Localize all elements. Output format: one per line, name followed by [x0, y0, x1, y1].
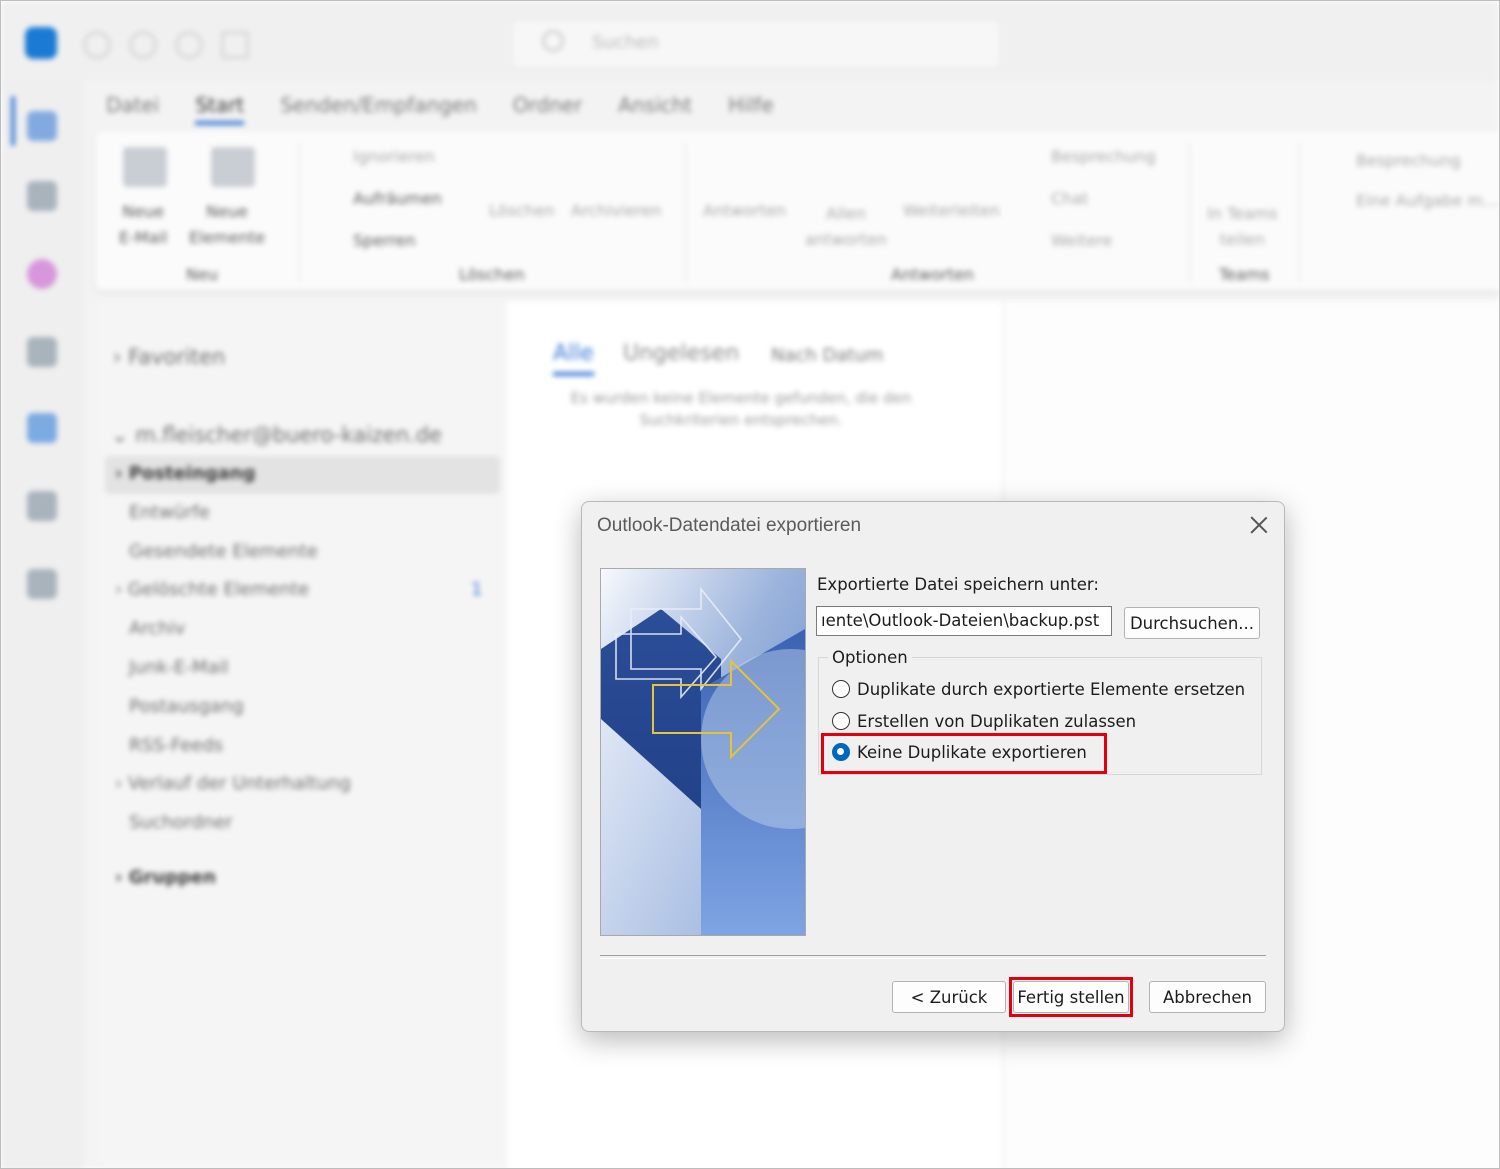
new-task-button[interactable]: Eine Aufgabe m... — [1356, 191, 1498, 210]
export-dialog: Outlook-Datendatei exportieren Exportier… — [581, 501, 1285, 1032]
chat-button[interactable]: Chat — [1051, 189, 1088, 208]
print-icon[interactable] — [221, 31, 249, 59]
search-placeholder: Suchen — [592, 32, 659, 53]
empty-list-message: Es wurden keine Elemente gefunden, die d… — [570, 389, 912, 429]
reply-all-button[interactable]: Allen antworten — [805, 201, 887, 253]
wizard-illustration — [600, 568, 806, 936]
settings-icon[interactable] — [175, 31, 203, 59]
cancel-button[interactable]: Abbrechen — [1149, 981, 1266, 1013]
ribbon — [95, 131, 1499, 291]
share-teams-button[interactable]: In Teams teilen — [1207, 201, 1278, 253]
ribbon-separator — [1189, 143, 1190, 283]
delete-button[interactable]: Löschen — [489, 201, 555, 220]
new-items-icon[interactable] — [211, 147, 255, 187]
deleted-count-badge: 1 — [471, 579, 483, 600]
option-label: Erstellen von Duplikaten zulassen — [857, 711, 1137, 731]
block-button[interactable]: Sperren — [353, 231, 416, 250]
folder-conversation-history[interactable]: › Verlauf der Unterhaltung — [115, 773, 351, 794]
folder-rss[interactable]: RSS-Feeds — [129, 735, 223, 756]
people-icon[interactable] — [27, 337, 57, 367]
menu-send-receive[interactable]: Senden/Empfangen — [280, 93, 477, 125]
options-legend: Optionen — [828, 648, 912, 667]
close-icon[interactable] — [1246, 512, 1272, 538]
undo-icon[interactable] — [129, 31, 157, 59]
wizard-arrow-graphic — [601, 569, 805, 935]
forward-button[interactable]: Weiterleiten — [903, 201, 1000, 220]
dialog-separator — [600, 955, 1266, 959]
folder-junk[interactable]: Junk-E-Mail — [129, 657, 228, 678]
groups-label: Gruppen — [128, 867, 216, 888]
meeting2-button[interactable]: Besprechung — [1356, 151, 1461, 170]
new-items-button[interactable]: Neue Elemente — [189, 199, 265, 251]
radio-icon[interactable] — [832, 712, 850, 730]
option-replace-duplicates[interactable]: Duplikate durch exportierte Elemente ers… — [832, 677, 1245, 701]
mail-icon[interactable] — [27, 111, 57, 141]
folder-label: Gelöschte Elemente — [127, 579, 310, 600]
file-path-input[interactable]: ıente\Outlook-Dateien\backup.pst — [816, 606, 1112, 636]
option-no-duplicates[interactable]: Keine Duplikate exportieren — [832, 740, 1087, 764]
group-label-teams: Teams — [1219, 265, 1270, 284]
groups-icon[interactable] — [27, 491, 57, 521]
menu-view[interactable]: Ansicht — [618, 93, 692, 125]
more-button[interactable]: Weitere — [1051, 231, 1112, 250]
finish-button[interactable]: Fertig stellen — [1013, 981, 1129, 1013]
sort-dropdown[interactable]: Nach Datum — [771, 345, 883, 366]
new-mail-button[interactable]: Neue E-Mail — [119, 199, 167, 251]
folder-inbox[interactable]: › Posteingang — [115, 463, 256, 484]
new-mail-icon[interactable] — [123, 147, 167, 187]
copilot-icon[interactable] — [27, 259, 57, 289]
reply-button[interactable]: Antworten — [703, 201, 786, 220]
folder-label: Verlauf der Unterhaltung — [127, 773, 351, 794]
group-label-reply: Antworten — [891, 265, 975, 284]
meeting-button[interactable]: Besprechung — [1051, 147, 1156, 166]
folder-sent[interactable]: Gesendete Elemente — [129, 541, 318, 562]
dialog-title: Outlook-Datendatei exportieren — [597, 515, 862, 536]
folder-deleted[interactable]: › Gelöschte Elemente — [115, 579, 309, 600]
favorites-header[interactable]: › Favoriten — [113, 345, 225, 369]
account-header[interactable]: ⌄ m.fleischer@buero-kaizen.de — [111, 423, 442, 447]
menu-help[interactable]: Hilfe — [728, 93, 774, 125]
apps-icon[interactable] — [27, 569, 57, 599]
tab-unread[interactable]: Ungelesen — [623, 341, 739, 366]
option-label: Keine Duplikate exportieren — [857, 742, 1087, 762]
search-box[interactable]: Suchen — [511, 19, 1001, 69]
menu-file[interactable]: Datei — [106, 93, 159, 125]
screenshot-frame: Suchen Datei Start Senden/Empfangen Ordn… — [0, 0, 1500, 1169]
favorites-label: Favoriten — [128, 345, 226, 369]
file-path-value: ıente\Outlook-Dateien\backup.pst — [821, 611, 1100, 630]
ribbon-separator — [1299, 143, 1300, 283]
folder-label: Posteingang — [128, 463, 256, 484]
menu-folder[interactable]: Ordner — [513, 93, 583, 125]
archive-button[interactable]: Archivieren — [571, 201, 662, 220]
app-rail — [1, 81, 83, 1168]
outlook-logo-icon — [25, 27, 57, 59]
folder-search[interactable]: Suchordner — [129, 812, 233, 833]
option-label: Duplikate durch exportierte Elemente ers… — [857, 679, 1246, 699]
group-label-new: Neu — [186, 265, 218, 284]
sync-icon[interactable] — [83, 31, 111, 59]
folder-drafts[interactable]: Entwürfe — [129, 502, 210, 523]
menu-start[interactable]: Start — [195, 93, 245, 125]
option-allow-duplicates[interactable]: Erstellen von Duplikaten zulassen — [832, 709, 1136, 733]
folder-archive[interactable]: Archiv — [129, 618, 185, 639]
cleanup-button[interactable]: Aufräumen — [353, 189, 442, 208]
radio-selected-icon[interactable] — [832, 743, 850, 761]
menu-bar: Datei Start Senden/Empfangen Ordner Ansi… — [106, 93, 774, 125]
calendar-icon[interactable] — [27, 181, 57, 211]
ribbon-separator — [685, 143, 686, 283]
ignore-button[interactable]: Ignorieren — [353, 147, 435, 166]
rail-active-indicator — [11, 96, 15, 146]
folder-outbox[interactable]: Postausgang — [129, 696, 244, 717]
back-button[interactable]: < Zurück — [892, 981, 1006, 1013]
group-label-delete: Löschen — [459, 265, 525, 284]
account-label: m.fleischer@buero-kaizen.de — [135, 423, 442, 447]
browse-button[interactable]: Durchsuchen... — [1124, 607, 1260, 639]
tab-all[interactable]: Alle — [553, 341, 594, 376]
save-location-label: Exportierte Datei speichern unter: — [817, 575, 1099, 594]
ribbon-separator — [299, 143, 300, 283]
radio-icon[interactable] — [832, 680, 850, 698]
todo-icon[interactable] — [27, 413, 57, 443]
search-icon — [542, 30, 564, 52]
groups-header[interactable]: › Gruppen — [115, 867, 216, 888]
